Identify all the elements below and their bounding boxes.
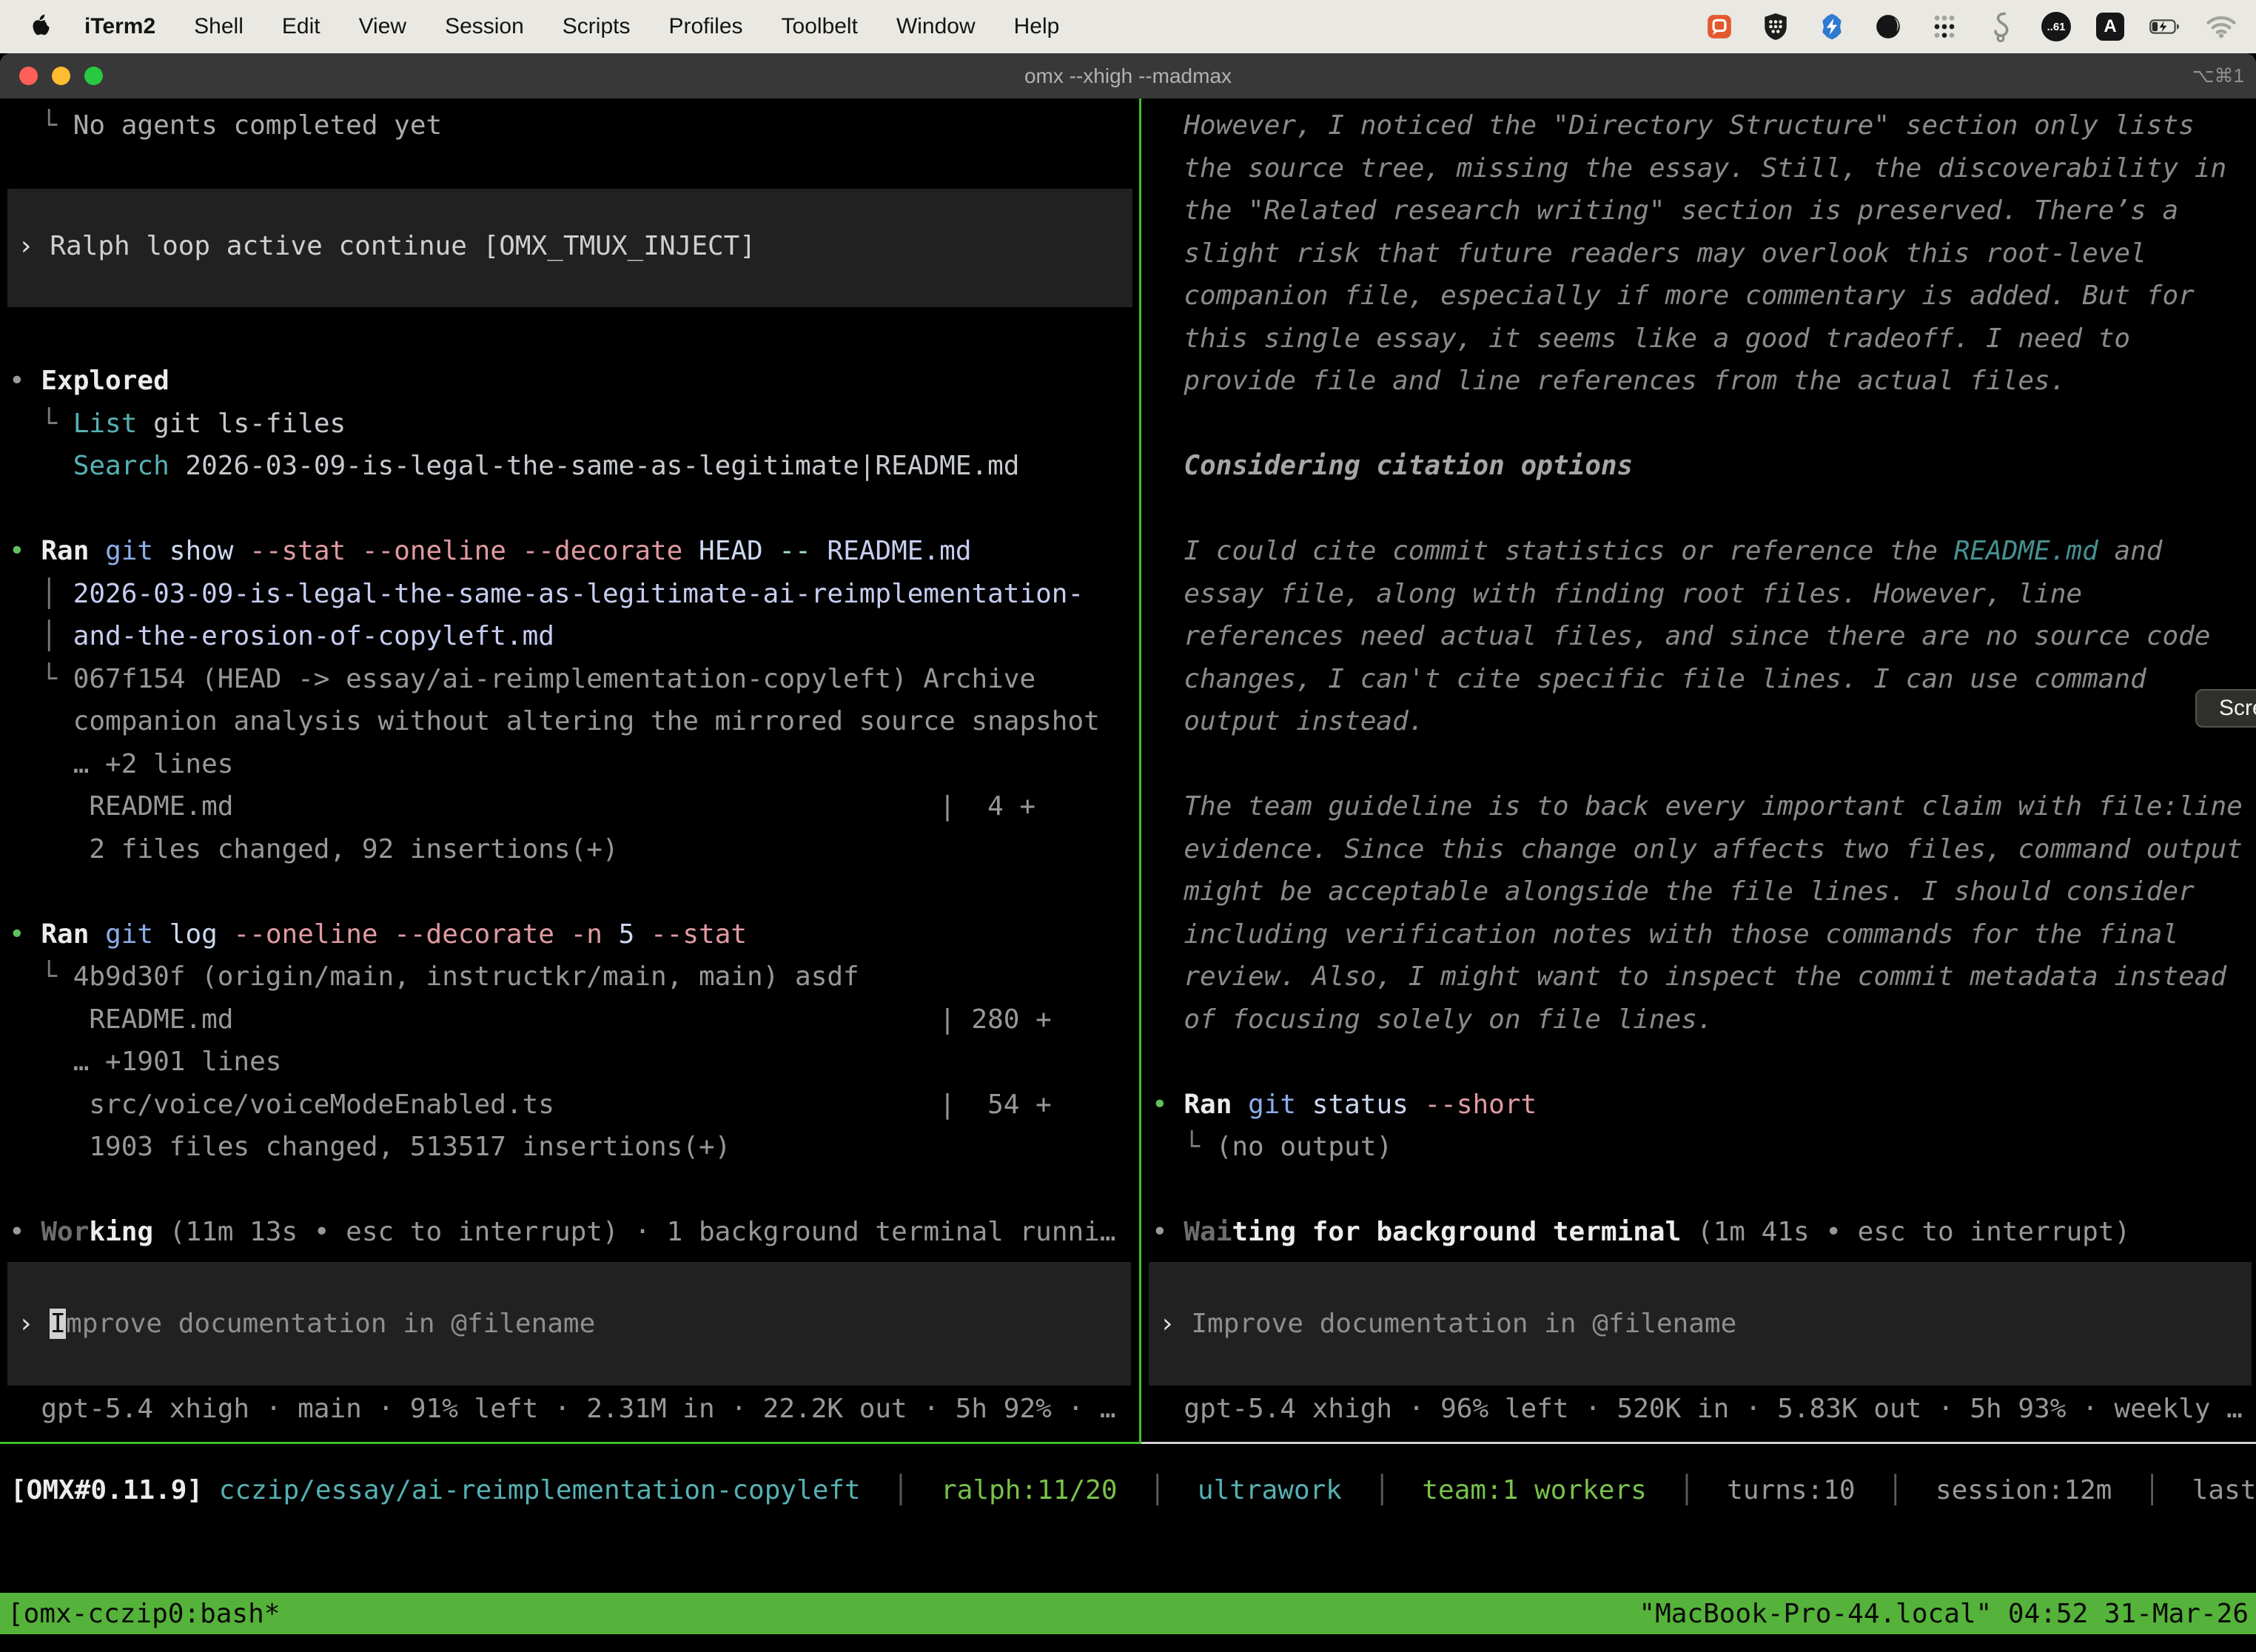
- terminal-line-right-17: review. Also, I might want to inspect th…: [1152, 956, 2226, 998]
- terminal-line-right-9: essay file, along with finding root file…: [1152, 573, 2082, 615]
- terminal-line-left-7: └ 067f154 (HEAD -> essay/ai-reimplementa…: [9, 658, 1035, 700]
- terminal-line-right-12: output instead.: [1152, 700, 1424, 742]
- menu-app-name[interactable]: iTerm2: [84, 14, 155, 39]
- menu-item-help[interactable]: Help: [1014, 14, 1060, 39]
- menu-item-scripts[interactable]: Scripts: [563, 14, 631, 39]
- pie-icon[interactable]: [1873, 11, 1904, 42]
- terminal-line-left-1: • Explored: [9, 360, 169, 402]
- menu-item-view[interactable]: View: [359, 14, 406, 39]
- menu-item-toolbelt[interactable]: Toolbelt: [782, 14, 858, 39]
- window-title-bar: omx --xhigh --madmax ⌥⌘1: [0, 53, 2256, 98]
- bolt-icon[interactable]: [1816, 11, 1847, 42]
- hook-icon[interactable]: [1985, 11, 2016, 42]
- chat-icon[interactable]: [1704, 11, 1735, 42]
- terminal-line-right-20: └ (no output): [1152, 1126, 1392, 1168]
- screen-overlay-label: Scre: [2219, 696, 2256, 721]
- screen-overlay-button[interactable]: Scre: [2195, 689, 2256, 728]
- terminal-line-left-5: │ 2026-03-09-is-legal-the-same-as-legiti…: [9, 573, 1084, 615]
- terminal-line-left-11: 2 files changed, 92 insertions(+): [9, 828, 619, 870]
- terminal-line-left-9: … +2 lines: [9, 743, 233, 785]
- terminal-line-left-16: src/voice/voiceModeEnabled.ts | 54 +: [9, 1084, 1052, 1126]
- terminal-line-right-7: Considering citation options: [1152, 445, 1633, 487]
- terminal-line-right-16: including verification notes with those …: [1152, 913, 2178, 956]
- terminal-line-right-0: However, I noticed the "Directory Struct…: [1152, 104, 2195, 147]
- screen: iTerm2 Shell Edit View Session Scripts Profil…: [0, 0, 2256, 1652]
- tmux-session-label[interactable]: [omx-cczip0:bash*: [7, 1599, 280, 1629]
- terminal-line-right-15: might be acceptable alongside the file l…: [1152, 870, 2195, 913]
- count-badge-icon[interactable]: ..61: [2041, 12, 2071, 41]
- right-pane-bottom-border: [1141, 1442, 2256, 1444]
- input-source-icon[interactable]: A: [2096, 13, 2124, 41]
- terminal-line-right-14: evidence. Since this change only affects…: [1152, 828, 2243, 870]
- terminal-line-left-10: README.md | 4 +: [9, 785, 1035, 827]
- terminal-line-left-14: README.md | 280 +: [9, 998, 1052, 1041]
- pane-divider[interactable]: [1139, 98, 1141, 1443]
- menu-item-profiles[interactable]: Profiles: [668, 14, 742, 39]
- menu-item-edit[interactable]: Edit: [282, 14, 320, 39]
- apple-menu-icon[interactable]: [30, 13, 52, 40]
- tmux-host-clock: "MacBook-Pro-44.local" 04:52 31-Mar-26: [1639, 1599, 2249, 1629]
- terminal-line-right-21: • Waiting for background terminal (1m 41…: [1152, 1211, 2130, 1253]
- battery-charging-icon[interactable]: [2149, 11, 2181, 42]
- terminal-line-left-6: │ and-the-erosion-of-copyleft.md: [9, 615, 554, 657]
- terminal-line-left-0: └ No agents completed yet: [9, 104, 442, 147]
- terminal-line-left-2: └ List git ls-files: [9, 403, 346, 445]
- terminal-line-omx-status: [OMX#0.11.9] cczip/essay/ai-reimplementa…: [10, 1469, 2256, 1511]
- terminal-line-right-22: gpt-5.4 xhigh · 96% left · 520K in · 5.8…: [1152, 1388, 2243, 1430]
- menu-item-window[interactable]: Window: [896, 14, 976, 39]
- menu-bar-status-icons: ..61 A: [1704, 11, 2237, 42]
- terminal-line-right-5: this single essay, it seems like a good …: [1152, 318, 2130, 360]
- dots-grid-icon[interactable]: [1929, 11, 1960, 42]
- terminal-line-right-4: companion file, especially if more comme…: [1152, 275, 2195, 317]
- shield-icon[interactable]: [1760, 11, 1791, 42]
- terminal-line-left-17: 1903 files changed, 513517 insertions(+): [9, 1126, 731, 1168]
- terminal-line-right-3: slight risk that future readers may over…: [1152, 232, 2146, 275]
- terminal-line-left-8: companion analysis without altering the …: [9, 700, 1100, 742]
- terminal-line-left-19: gpt-5.4 xhigh · main · 91% left · 2.31M …: [9, 1388, 1116, 1430]
- terminal-line-right-input-text[interactable]: › Improve documentation in @filename: [1159, 1303, 1736, 1345]
- terminal-line-right-6: provide file and line references from th…: [1152, 360, 2066, 402]
- terminal-line-right-18: of focusing solely on file lines.: [1152, 998, 1713, 1041]
- terminal-line-left-command-text[interactable]: › Ralph loop active continue [OMX_TMUX_I…: [18, 225, 756, 267]
- left-pane-bottom-border: [0, 1442, 1141, 1444]
- terminal-line-left-4: • Ran git show --stat --oneline --decora…: [9, 530, 972, 572]
- macos-menu-bar: iTerm2 Shell Edit View Session Scripts Profil…: [0, 0, 2256, 53]
- window-title: omx --xhigh --madmax: [0, 64, 2256, 88]
- terminal-line-left-12: • Ran git log --oneline --decorate -n 5 …: [9, 913, 747, 956]
- terminal-line-right-10: references need actual files, and since …: [1152, 615, 2210, 657]
- terminal-line-left-15: … +1901 lines: [9, 1041, 281, 1083]
- menu-item-session[interactable]: Session: [445, 14, 524, 39]
- window-shortcut-badge: ⌥⌘1: [2192, 64, 2244, 87]
- tmux-status-bar: [omx-cczip0:bash* "MacBook-Pro-44.local"…: [0, 1593, 2256, 1634]
- wifi-icon[interactable]: [2206, 11, 2237, 42]
- terminal-line-left-18: • Working (11m 13s • esc to interrupt) ·…: [9, 1211, 1116, 1253]
- terminal-line-right-2: the "Related research writing" section i…: [1152, 189, 2178, 232]
- menu-item-shell[interactable]: Shell: [194, 14, 244, 39]
- terminal-line-right-1: the source tree, missing the essay. Stil…: [1152, 147, 2226, 189]
- terminal-line-right-11: changes, I can't cite specific file line…: [1152, 658, 2146, 700]
- terminal-line-right-8: I could cite commit statistics or refere…: [1152, 530, 2162, 572]
- terminal-line-right-13: The team guideline is to back every impo…: [1152, 785, 2243, 827]
- terminal-line-right-19: • Ran git status --short: [1152, 1084, 1537, 1126]
- terminal-line-left-13: └ 4b9d30f (origin/main, instructkr/main,…: [9, 956, 859, 998]
- terminal-line-left-3: Search 2026-03-09-is-legal-the-same-as-l…: [9, 445, 1019, 487]
- terminal-line-left-input-text[interactable]: › Improve documentation in @filename: [18, 1303, 595, 1345]
- terminal-area[interactable]: └ No agents completed yet • Explored └ Li…: [0, 98, 2256, 1652]
